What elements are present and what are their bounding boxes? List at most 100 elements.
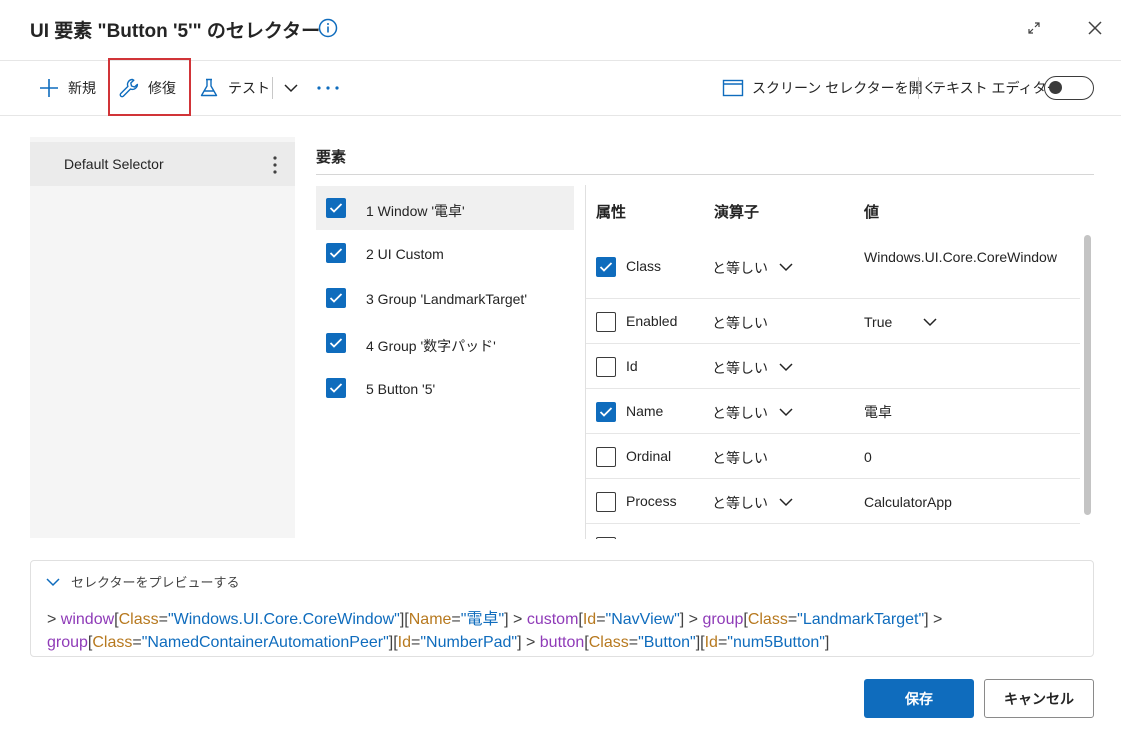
toolbar-divider xyxy=(918,77,919,99)
attribute-value[interactable]: CalculatorApp xyxy=(864,492,1064,512)
selector-preview: セレクターをプレビューする > window[Class="Windows.UI… xyxy=(30,560,1094,657)
kebab-icon[interactable] xyxy=(267,155,283,175)
value-chevron-down-icon[interactable] xyxy=(922,314,938,330)
expand-icon[interactable] xyxy=(1026,20,1042,36)
selector-token: Id xyxy=(397,634,412,651)
attribute-row: Name と等しい 電卓 xyxy=(586,389,1080,434)
checkbox-checked[interactable] xyxy=(596,257,616,277)
selector-token: Class xyxy=(118,611,159,628)
attribute-row: Id と等しい xyxy=(586,344,1080,389)
checkmark-icon xyxy=(329,203,343,213)
info-icon[interactable] xyxy=(318,18,338,38)
more-icon xyxy=(317,86,339,90)
operator-chevron-down-icon[interactable] xyxy=(778,359,794,375)
element-item-label: 5 Button '5' xyxy=(366,381,436,397)
operator-chevron-down-icon[interactable] xyxy=(778,404,794,420)
selector-token: group xyxy=(47,634,88,651)
plus-icon xyxy=(40,79,58,97)
operator-value[interactable]: と等しい xyxy=(712,493,768,513)
operator-value[interactable]: と等しい xyxy=(712,358,768,378)
selector-token: ] > xyxy=(517,634,540,651)
element-item-label: 2 UI Custom xyxy=(366,246,444,262)
operator-chevron-down-icon[interactable] xyxy=(778,259,794,275)
operator-chevron-down-icon[interactable] xyxy=(778,494,794,510)
operator-value[interactable]: と等しい xyxy=(712,258,768,278)
selector-token: "NamedContainerAutomationPeer" xyxy=(141,634,389,651)
text-editor-label: テキスト エディター xyxy=(932,80,1061,96)
operator-header: 演算子 xyxy=(714,204,760,221)
dialog-title: UI 要素 "Button '5'" のセレクター xyxy=(30,21,321,42)
save-button[interactable]: 保存 xyxy=(864,679,974,718)
selector-token: = xyxy=(787,611,798,628)
attribute-value[interactable]: True xyxy=(864,312,1064,332)
selector-token: "LandmarkTarget" xyxy=(797,611,925,628)
selector-token: = xyxy=(596,611,606,628)
chevron-down-icon xyxy=(46,577,60,586)
new-button[interactable]: 新規 xyxy=(38,61,96,115)
attribute-value[interactable]: True xyxy=(864,537,1064,539)
chevron-down-icon xyxy=(284,84,298,93)
checkbox-checked[interactable] xyxy=(326,288,346,308)
test-dropdown-button[interactable] xyxy=(282,61,300,115)
selector-token: Id xyxy=(704,634,718,651)
element-item[interactable]: 1 Window '電卓' xyxy=(316,186,574,230)
attribute-name: Class xyxy=(626,258,662,274)
checkmark-icon xyxy=(329,383,343,393)
selector-token: button xyxy=(539,634,585,651)
selector-token: Class xyxy=(747,611,788,628)
toggle-knob xyxy=(1049,81,1062,94)
checkbox-unchecked[interactable] xyxy=(596,312,616,332)
elements-title: 要素 xyxy=(316,149,347,166)
selector-token: > xyxy=(47,611,61,628)
checkbox-unchecked[interactable] xyxy=(596,357,616,377)
selector-token: Class xyxy=(588,634,629,651)
operator-value[interactable]: と等しい xyxy=(712,448,768,468)
attribute-value[interactable]: 0 xyxy=(864,447,1064,467)
repair-button[interactable]: 修復 xyxy=(118,61,176,115)
element-item-label: 3 Group 'LandmarkTarget' xyxy=(366,291,527,307)
element-item[interactable]: 5 Button '5' xyxy=(316,366,574,410)
attribute-value[interactable]: 電卓 xyxy=(864,402,1064,422)
attribute-name: Ordinal xyxy=(626,448,672,464)
checkbox-checked[interactable] xyxy=(326,333,346,353)
operator-value[interactable]: と等しい xyxy=(712,538,768,539)
attribute-name: Process xyxy=(626,493,677,509)
checkbox-checked[interactable] xyxy=(326,378,346,398)
selector-token: Id xyxy=(582,611,597,628)
attribute-value[interactable]: Windows.UI.Core.CoreWindow xyxy=(864,247,1064,267)
checkbox-checked[interactable] xyxy=(326,198,346,218)
selector-token: = xyxy=(158,611,168,628)
cancel-button[interactable]: キャンセル xyxy=(984,679,1094,718)
checkbox-checked[interactable] xyxy=(326,243,346,263)
checkmark-icon xyxy=(599,262,613,272)
checkmark-icon xyxy=(329,248,343,258)
value-header: 値 xyxy=(864,204,880,221)
selector-token: "Button" xyxy=(638,634,696,651)
selector-token: ][ xyxy=(695,634,705,651)
selector-token: ][ xyxy=(399,611,409,628)
checkmark-icon xyxy=(599,407,613,417)
test-button-label: テスト xyxy=(228,80,270,96)
open-screen-selector-button[interactable]: スクリーン セレクターを開く xyxy=(722,61,937,115)
close-icon[interactable] xyxy=(1086,19,1104,37)
element-item[interactable]: 2 UI Custom xyxy=(316,231,574,275)
more-button[interactable] xyxy=(316,61,340,115)
element-item[interactable]: 3 Group 'LandmarkTarget' xyxy=(316,276,574,320)
attribute-row: Ordinal と等しい 0 xyxy=(586,434,1080,479)
selector-token: ] > xyxy=(679,611,703,628)
operator-value[interactable]: と等しい xyxy=(712,403,768,423)
text-editor-toggle[interactable] xyxy=(1044,76,1094,100)
selector-token: "電卓" xyxy=(460,611,505,628)
checkbox-unchecked[interactable] xyxy=(596,492,616,512)
selector-item[interactable]: Default Selector xyxy=(30,142,295,186)
checkbox-unchecked[interactable] xyxy=(596,537,616,539)
element-item[interactable]: 4 Group '数字パッド' xyxy=(316,321,574,365)
operator-value[interactable]: と等しい xyxy=(712,313,768,333)
test-button[interactable]: テスト xyxy=(198,61,270,115)
checkbox-unchecked[interactable] xyxy=(596,447,616,467)
preview-toggle[interactable]: セレクターをプレビューする xyxy=(45,572,239,591)
attributes-scrollbar[interactable] xyxy=(1084,235,1091,515)
checkbox-checked[interactable] xyxy=(596,402,616,422)
toolbar: 新規 修復 テスト スクリーン セレクターを開く テキスト エディター xyxy=(0,58,1121,116)
preview-toggle-label: セレクターをプレビューする xyxy=(71,575,240,590)
